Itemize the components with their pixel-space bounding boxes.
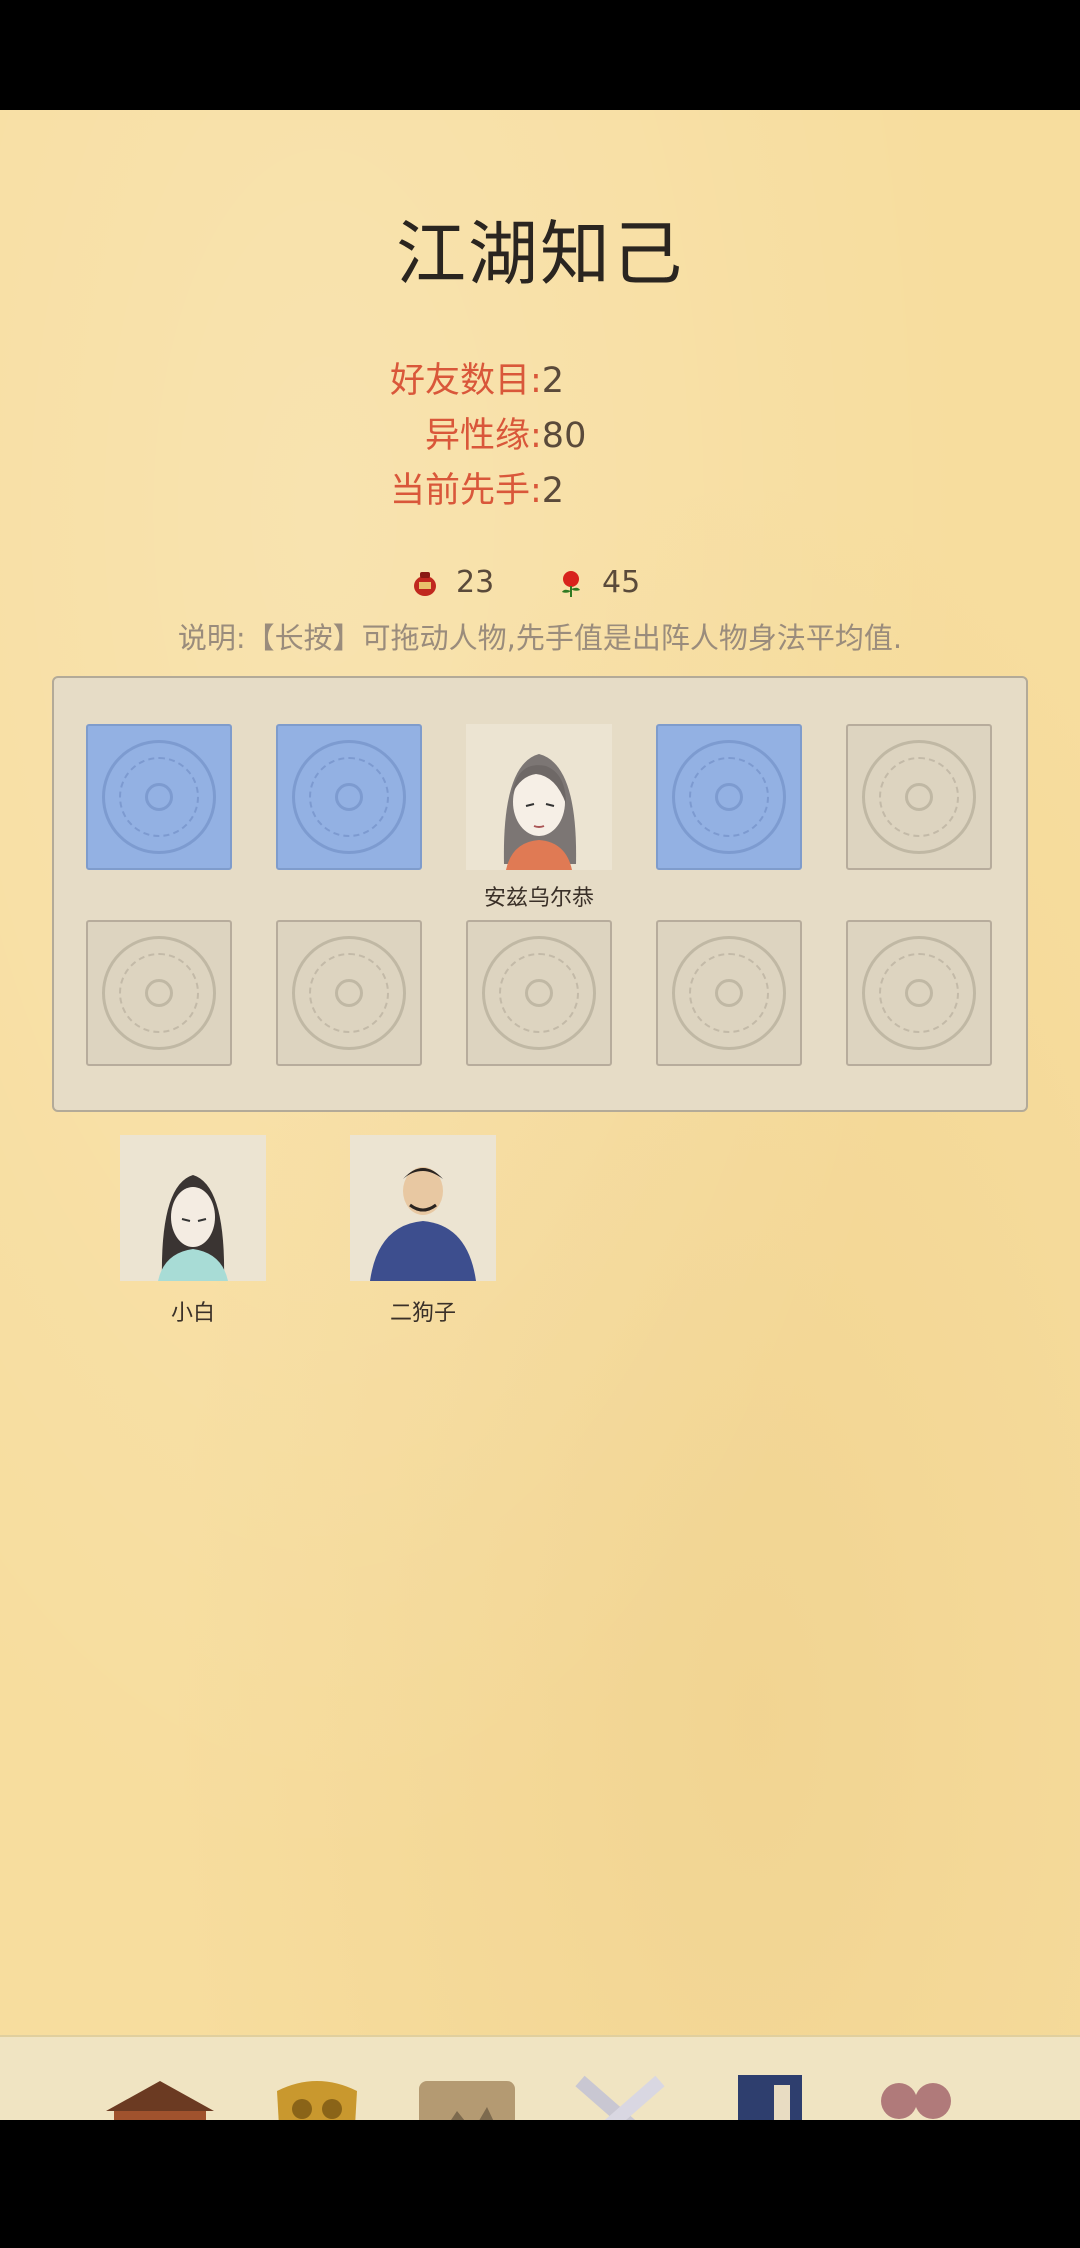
formation-panel: 安兹乌尔恭: [52, 676, 1028, 1112]
slot-emblem-icon: [672, 740, 786, 854]
formation-slot-locked[interactable]: [656, 920, 802, 1066]
system-nav-bar: [0, 2120, 1080, 2248]
stat-value: 80: [541, 416, 587, 456]
resource-rose: 45: [556, 565, 640, 600]
rose-icon: [556, 568, 586, 598]
formation-slot-locked[interactable]: [466, 920, 612, 1066]
page: 江湖知己 好友数目:2 异性缘:80 当前先手:2 23 45 说明:【长按】可…: [0, 110, 1080, 2231]
character-portrait-icon: [350, 1135, 496, 1281]
hint-text: 说明:【长按】可拖动人物,先手值是出阵人物身法平均值.: [177, 621, 903, 655]
stat-label: 异性缘:: [425, 416, 542, 456]
resource-rose-value: 45: [602, 565, 641, 600]
character-portrait-icon: [466, 724, 612, 870]
formation-slot-active-empty[interactable]: [656, 724, 802, 870]
stat-value: 2: [541, 471, 565, 511]
formation-slot-locked[interactable]: [86, 920, 232, 1066]
slot-emblem-icon: [292, 740, 406, 854]
formation-slot-locked[interactable]: [846, 920, 992, 1066]
stat-initiative: 当前先手:2: [390, 462, 564, 513]
stat-value: 2: [541, 361, 565, 401]
formation-slot-active-empty[interactable]: [86, 724, 232, 870]
slot-emblem-icon: [102, 936, 216, 1050]
character-portrait-icon: [120, 1135, 266, 1281]
wine-jar-icon: [410, 568, 440, 598]
companion-card[interactable]: [120, 1135, 266, 1281]
slot-emblem-icon: [862, 936, 976, 1050]
resource-wine-value: 23: [456, 565, 495, 600]
stat-friend-count: 好友数目:2: [390, 352, 564, 403]
slot-emblem-icon: [862, 740, 976, 854]
resource-wine: 23: [410, 565, 494, 600]
stat-charm: 异性缘:80: [425, 407, 586, 458]
slot-emblem-icon: [292, 936, 406, 1050]
formation-slot-locked[interactable]: [846, 724, 992, 870]
formation-slot-occupied[interactable]: [466, 724, 612, 870]
page-title: 江湖知己: [396, 213, 684, 295]
companion-card[interactable]: [350, 1135, 496, 1281]
slot-emblem-icon: [482, 936, 596, 1050]
formation-slot-active-empty[interactable]: [276, 724, 422, 870]
formation-slot-locked[interactable]: [276, 920, 422, 1066]
slot-emblem-icon: [672, 936, 786, 1050]
stat-label: 当前先手:: [390, 471, 542, 511]
companion-name: 小白: [170, 1301, 215, 1326]
companion-name: 二狗子: [389, 1301, 456, 1326]
formation-slot-name: 安兹乌尔恭: [483, 886, 594, 911]
slot-emblem-icon: [102, 740, 216, 854]
status-bar: [0, 0, 1080, 110]
stat-label: 好友数目:: [390, 361, 542, 401]
